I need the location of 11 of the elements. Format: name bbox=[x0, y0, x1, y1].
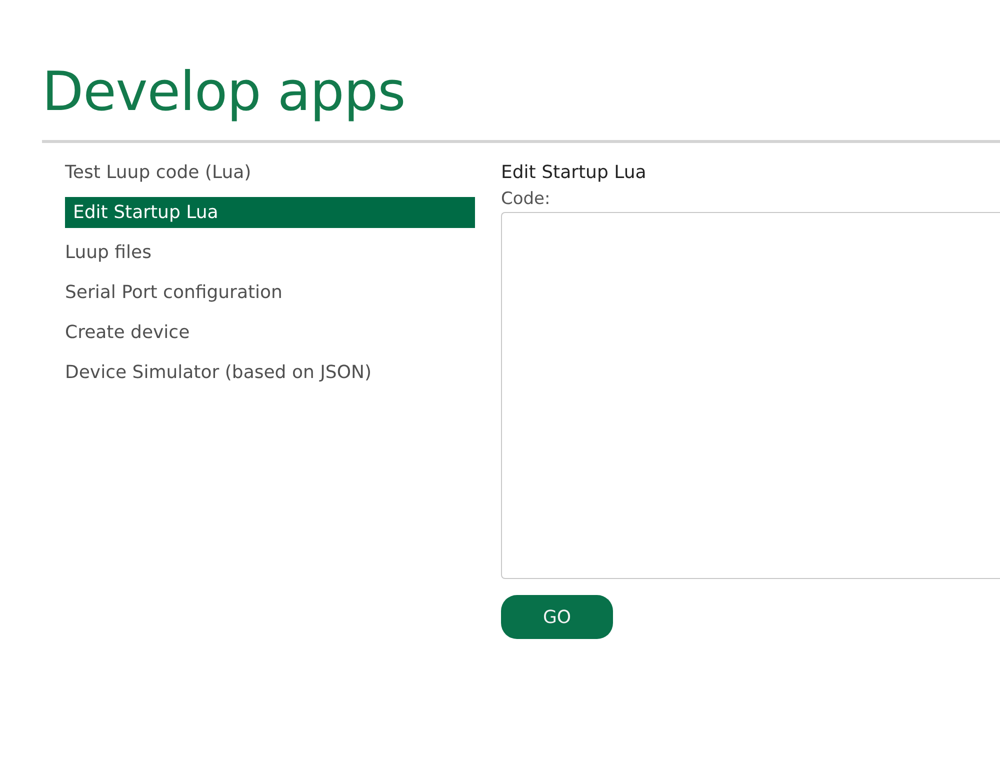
page-title: Develop apps bbox=[42, 59, 406, 125]
sidebar-item[interactable]: Create device bbox=[65, 317, 475, 348]
code-input-field[interactable] bbox=[501, 212, 1000, 579]
code-label: Code: bbox=[501, 188, 550, 210]
sidebar-item[interactable]: Device Simulator (based on JSON) bbox=[65, 357, 475, 388]
sidebar-item[interactable]: Luup files bbox=[65, 237, 475, 268]
sidebar-item[interactable]: Serial Port configuration bbox=[65, 277, 475, 308]
sidebar-item[interactable]: Edit Startup Lua bbox=[65, 197, 475, 228]
sidebar-item[interactable]: Test Luup code (Lua) bbox=[65, 157, 475, 188]
go-button[interactable]: GO bbox=[501, 595, 613, 639]
panel-title: Edit Startup Lua bbox=[501, 161, 646, 185]
